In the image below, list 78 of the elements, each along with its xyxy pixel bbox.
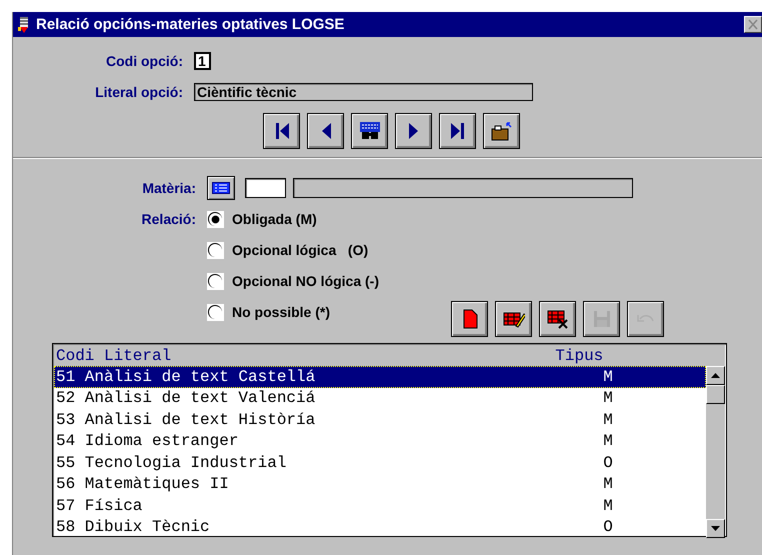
list-row[interactable]: 55 Tecnologia Industrial O [54, 452, 706, 474]
exit-button[interactable] [483, 113, 520, 149]
document-icon[interactable] [462, 309, 478, 329]
table-cell-text: 57 [55, 496, 76, 515]
table-cell-text: 52 [55, 389, 76, 408]
table-cell-text: 54 [55, 432, 76, 450]
table-cell-text: Dibuix Tècnic [84, 518, 211, 536]
table-cell-text: 58 [55, 518, 76, 536]
scroll-thumb[interactable] [706, 385, 725, 404]
previous-record-button[interactable] [307, 113, 344, 149]
window-title: Relació opcións-materies optatives LOGSE [36, 16, 346, 33]
field-label: Codi opció: [105, 52, 184, 68]
materia-code-field[interactable] [245, 178, 286, 198]
list-row[interactable]: 54 Idioma estranger M [54, 430, 706, 452]
list-row[interactable]: 58 Dibuix Tècnic O [54, 516, 706, 538]
grid-cross-icon[interactable] [546, 309, 569, 329]
column-header: Literal [104, 346, 172, 364]
radio-button[interactable] [207, 272, 224, 290]
triangle-right-icon[interactable] [408, 121, 420, 141]
down-arrow-icon[interactable] [711, 526, 720, 531]
radio-button[interactable] [207, 210, 224, 228]
up-arrow-icon[interactable] [711, 373, 720, 378]
scrollbar[interactable] [706, 366, 725, 538]
next-record-button[interactable] [395, 113, 432, 149]
table-cell-text: 53 [55, 410, 76, 429]
radio-button[interactable] [207, 242, 224, 258]
table-cell-text: Anàlisi de text Valenciá [84, 389, 316, 408]
field-label: Matèria: [141, 180, 197, 196]
radio-button[interactable] [207, 304, 224, 320]
scroll-up-button[interactable] [706, 366, 725, 385]
materia-name-field[interactable] [293, 178, 633, 198]
field-label: Relació: [140, 210, 197, 229]
list-row[interactable]: 56 Matemàtiques II M [54, 474, 706, 495]
table-cell-text: Física [84, 496, 144, 515]
list-row[interactable]: 51 Anàlisi de text Castellá M [54, 366, 706, 388]
column-header: Tipus [555, 346, 604, 364]
column-header: Codi [55, 346, 94, 364]
triangle-left-icon[interactable] [320, 121, 332, 141]
code-field[interactable]: 1 [194, 52, 211, 70]
table-cell-text: M [602, 475, 614, 494]
scroll-down-button[interactable] [706, 519, 725, 538]
list-row[interactable]: 53 Anàlisi de text Històría M [54, 409, 706, 430]
table-cell-text: Tecnologia Industrial [84, 454, 288, 472]
list-icon[interactable] [212, 182, 230, 194]
radio-label[interactable]: Opcional lógica (O) [232, 242, 368, 258]
table-cell-text: M [602, 368, 614, 386]
table-cell-text: 51 [55, 368, 76, 386]
delete-button[interactable] [539, 301, 576, 337]
skip-start-icon[interactable] [274, 121, 290, 141]
list-row[interactable]: 52 Anàlisi de text Valenciá M [54, 388, 706, 409]
literal-field[interactable]: Cièntific tècnic [194, 82, 533, 100]
table-cell-text: Anàlisi de text Històría [84, 410, 316, 429]
radio-label[interactable]: Opcional NO lógica (-) [232, 273, 380, 289]
table-cell-text: M [602, 432, 614, 450]
first-record-button[interactable] [263, 113, 300, 149]
radio-label[interactable]: No possible (*) [232, 304, 330, 320]
table-cell-text: M [602, 496, 614, 515]
radio-label[interactable]: Obligada (M) [232, 211, 317, 227]
binoculars-icon[interactable] [358, 121, 380, 141]
list-row[interactable]: 57 Física M [54, 495, 706, 516]
search-button[interactable] [351, 113, 388, 149]
list-button[interactable] [207, 176, 235, 200]
skip-end-icon[interactable] [450, 121, 466, 141]
table-cell-text: Idioma estranger [84, 432, 240, 450]
edit-button[interactable] [495, 301, 532, 337]
table-cell-text: O [602, 518, 614, 536]
last-record-button[interactable] [439, 113, 476, 149]
close-button[interactable] [744, 16, 762, 33]
field-label: Literal opció: [94, 84, 184, 100]
new-button[interactable] [451, 301, 488, 337]
table-cell-text: Anàlisi de text Castellá [84, 368, 316, 386]
table-cell-text: O [602, 454, 614, 472]
table-cell-text: M [602, 389, 614, 408]
table-cell-text: 55 [55, 454, 76, 472]
table-cell-text: Matemàtiques II [84, 475, 230, 494]
briefcase-icon[interactable] [490, 121, 512, 141]
table-cell-text: 56 [55, 475, 76, 494]
table-cell-text: M [602, 410, 614, 429]
